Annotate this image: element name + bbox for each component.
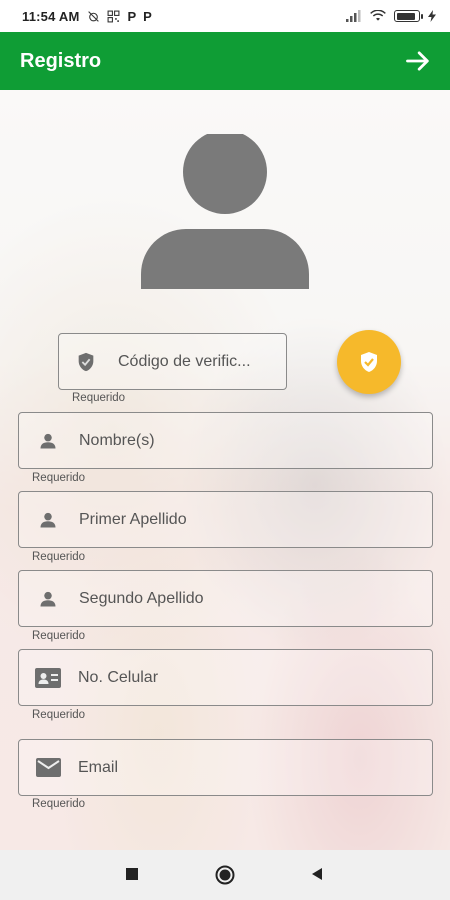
- back-triangle-icon[interactable]: [310, 867, 324, 881]
- signal-icon: [346, 10, 361, 22]
- verification-code-helper: Requerido: [72, 392, 126, 404]
- avatar-placeholder[interactable]: [141, 134, 309, 289]
- app-bar: Registro: [0, 32, 450, 90]
- email-helper: Requerido: [32, 798, 86, 810]
- first-name-field[interactable]: Nombre(s): [18, 412, 433, 469]
- status-left: 11:54 AM P P: [22, 9, 152, 24]
- email-field[interactable]: Email: [18, 739, 433, 796]
- second-surname-helper: Requerido: [32, 630, 86, 642]
- status-bar: 11:54 AM P P: [0, 0, 450, 32]
- battery-level: [396, 12, 415, 20]
- alarm-off-icon: [88, 10, 100, 22]
- arrow-right-icon: [406, 51, 429, 71]
- home-circle-icon[interactable]: [215, 865, 235, 885]
- status-indicator-p: P: [127, 8, 137, 24]
- verification-code-placeholder: Código de verific...: [118, 352, 251, 370]
- second-surname-field[interactable]: Segundo Apellido: [18, 570, 433, 627]
- recents-square-icon[interactable]: [125, 867, 139, 881]
- shield-icon: [74, 350, 98, 374]
- verify-button[interactable]: [337, 330, 401, 394]
- charging-icon: [428, 10, 436, 22]
- status-time: 11:54 AM: [22, 8, 80, 24]
- phone-placeholder: No. Celular: [78, 668, 159, 686]
- next-button[interactable]: [402, 45, 434, 77]
- shield-check-icon: [361, 352, 377, 372]
- first-surname-field[interactable]: Primer Apellido: [18, 491, 433, 548]
- battery-icon: [394, 10, 423, 22]
- status-right: [346, 10, 436, 22]
- first-surname-placeholder: Primer Apellido: [79, 510, 187, 528]
- email-placeholder: Email: [78, 758, 119, 776]
- verification-code-field[interactable]: Código de verific...: [58, 333, 287, 390]
- status-notification-icons: P P: [87, 8, 152, 24]
- first-name-placeholder: Nombre(s): [79, 431, 155, 449]
- mail-icon: [34, 756, 62, 780]
- person-icon: [36, 508, 60, 532]
- contact-card-icon: [34, 666, 62, 690]
- person-icon: [36, 429, 60, 453]
- registration-form: Código de verific... Requerido Nombre(s)…: [0, 90, 450, 850]
- status-indicator-p: P: [143, 8, 152, 24]
- system-nav-bar: [0, 850, 450, 900]
- wifi-icon: [370, 10, 386, 21]
- page-title: Registro: [20, 49, 102, 72]
- qr-code-icon: [108, 10, 120, 22]
- person-icon: [36, 587, 60, 611]
- phone-helper: Requerido: [32, 709, 86, 721]
- second-surname-placeholder: Segundo Apellido: [79, 589, 204, 607]
- first-surname-helper: Requerido: [32, 551, 86, 563]
- phone-field[interactable]: No. Celular: [18, 649, 433, 706]
- first-name-helper: Requerido: [32, 472, 86, 484]
